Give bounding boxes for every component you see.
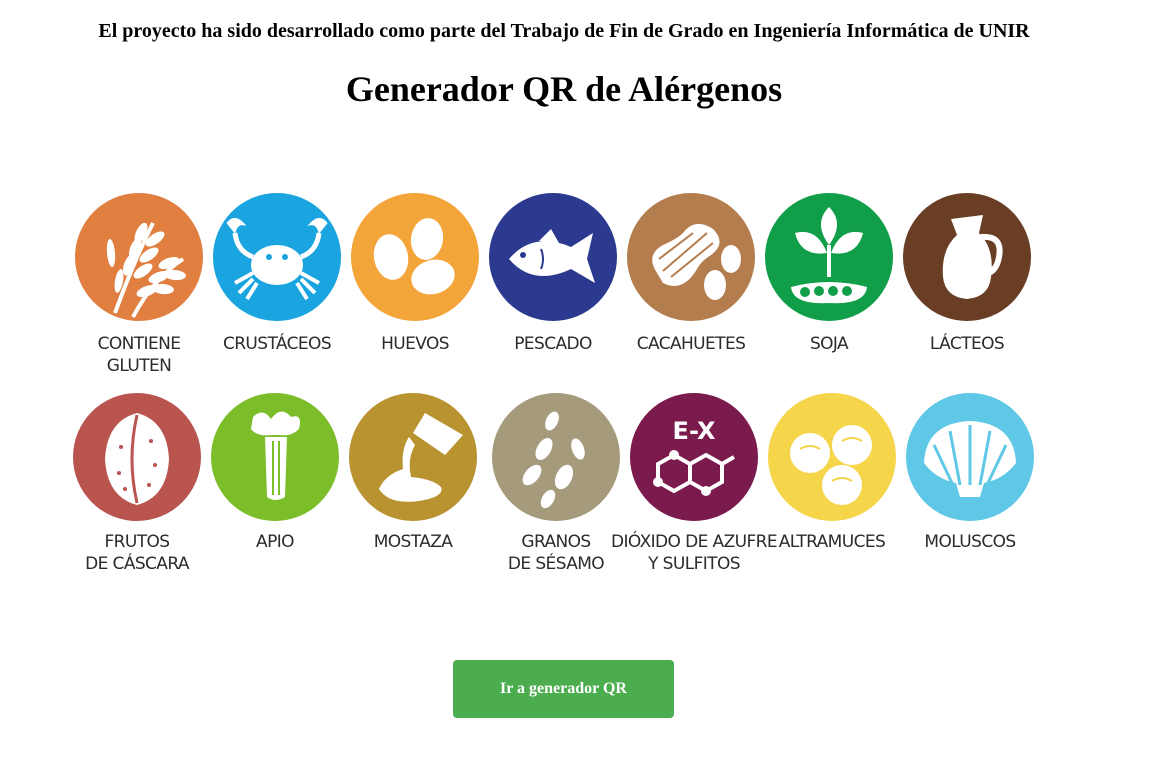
shell-icon bbox=[906, 393, 1034, 521]
sulphite-molecule-icon: E-X bbox=[630, 393, 758, 521]
walnut-icon bbox=[73, 393, 201, 521]
milk-jug-icon bbox=[903, 193, 1031, 321]
project-notice: El proyecto ha sido desarrollado como pa… bbox=[98, 20, 1030, 42]
fish-icon bbox=[489, 193, 617, 321]
soy-icon bbox=[765, 193, 893, 321]
sesame-icon bbox=[492, 393, 620, 521]
go-to-qr-generator-button[interactable]: Ir a generador QR bbox=[453, 660, 674, 718]
celery-icon bbox=[211, 393, 339, 521]
wheat-icon bbox=[75, 193, 203, 321]
lupin-icon bbox=[768, 393, 896, 521]
peanut-icon bbox=[627, 193, 755, 321]
allergen-label: LÁCTEOS bbox=[929, 334, 1005, 354]
eggs-icon bbox=[351, 193, 479, 321]
crab-icon bbox=[213, 193, 341, 321]
sulphite-icon-text: E-X bbox=[673, 417, 716, 445]
allergen-label: MOLUSCOS bbox=[924, 532, 1016, 552]
mustard-icon bbox=[349, 393, 477, 521]
page-title: Generador QR de Alérgenos bbox=[345, 69, 783, 109]
